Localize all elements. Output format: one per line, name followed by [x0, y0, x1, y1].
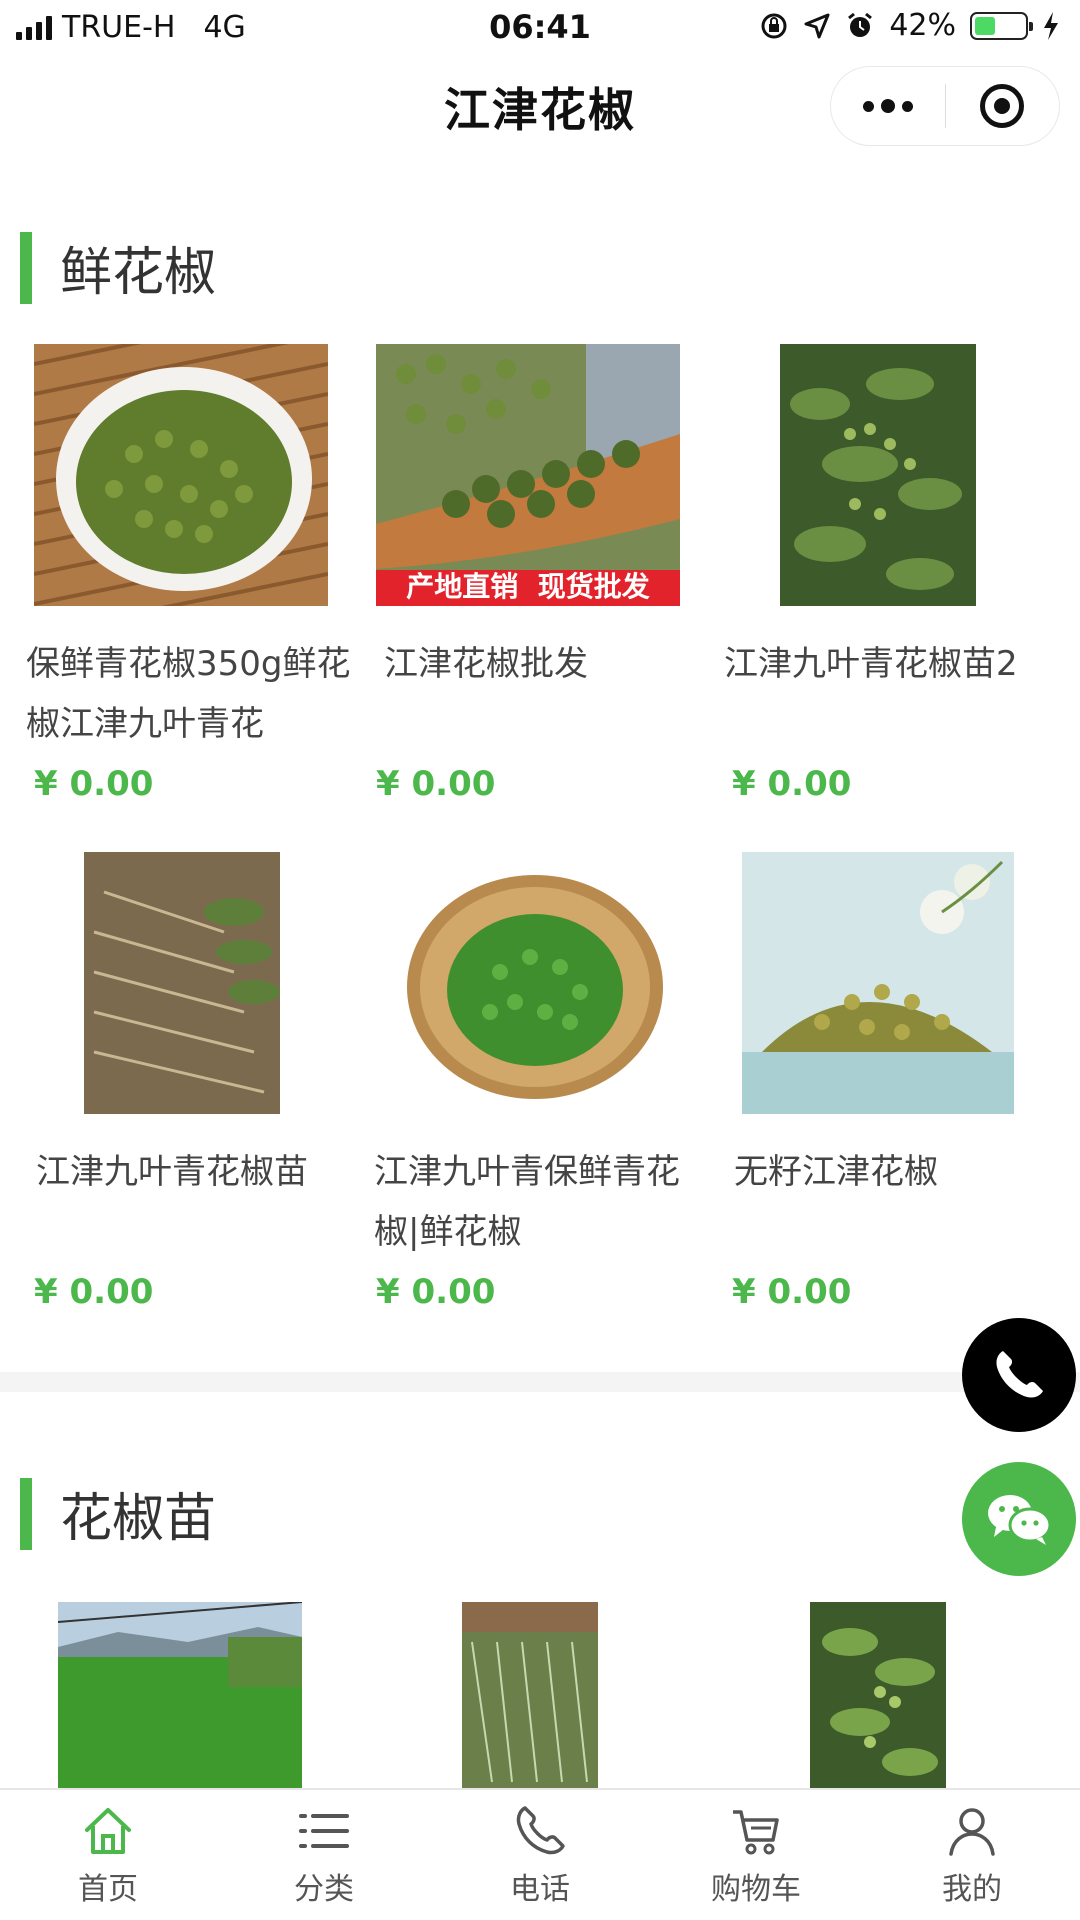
list-icon — [299, 1814, 349, 1848]
user-icon — [949, 1808, 995, 1856]
tab-home[interactable]: 首页 — [0, 1790, 216, 1920]
section-header-fresh-pepper: 鲜花椒 — [0, 228, 1080, 308]
product-name[interactable]: 江津九叶青花椒苗 — [36, 1142, 366, 1202]
more-button[interactable] — [831, 67, 945, 145]
charging-icon — [1044, 11, 1058, 40]
product-image[interactable] — [34, 344, 328, 606]
wechat-icon — [988, 1495, 1052, 1545]
product-image[interactable] — [84, 852, 280, 1114]
section-title: 鲜花椒 — [60, 243, 217, 303]
battery-percent: 42% — [889, 8, 956, 43]
close-button[interactable] — [946, 67, 1060, 145]
battery-icon — [970, 11, 1033, 40]
product-price: ¥ 0.00 — [34, 1272, 154, 1312]
tab-bar: 首页 分类 电话 购物车 我的 — [0, 1788, 1080, 1920]
tab-label: 首页 — [78, 1872, 138, 1907]
section-title: 花椒苗 — [60, 1489, 217, 1549]
section-accent-bar — [20, 232, 32, 304]
product-image[interactable] — [462, 1602, 598, 1788]
product-price: ¥ 0.00 — [732, 764, 852, 804]
product-name[interactable]: 无籽江津花椒 — [734, 1142, 1064, 1202]
tab-phone[interactable]: 电话 — [432, 1790, 648, 1920]
tab-category[interactable]: 分类 — [216, 1790, 432, 1920]
rotation-lock-icon — [761, 13, 787, 38]
product-price: ¥ 0.00 — [376, 764, 496, 804]
product-image[interactable] — [400, 852, 670, 1114]
product-image[interactable] — [742, 852, 1014, 1114]
alarm-icon — [848, 12, 873, 37]
product-name[interactable]: 江津花椒批发 — [384, 634, 714, 694]
product-image[interactable] — [810, 1602, 946, 1788]
product-name[interactable]: 江津九叶青花椒苗2 — [724, 634, 1054, 694]
home-icon — [85, 1808, 131, 1854]
tab-label: 我的 — [942, 1872, 1002, 1907]
product-image[interactable] — [58, 1602, 302, 1788]
tab-mine[interactable]: 我的 — [864, 1790, 1080, 1920]
product-image[interactable] — [780, 344, 976, 606]
status-right: 42% — [759, 8, 1060, 43]
product-name[interactable]: 保鲜青花椒350g鲜花椒江津九叶青花 — [26, 634, 356, 754]
product-price: ¥ 0.00 — [732, 1272, 852, 1312]
phone-icon — [516, 1806, 565, 1855]
section-divider — [0, 1372, 1080, 1392]
image-banner-text: 产地直销 现货批发 — [406, 570, 650, 603]
section-header-seedlings: 花椒苗 — [0, 1474, 1080, 1554]
tab-label: 分类 — [294, 1872, 354, 1907]
product-name[interactable]: 江津九叶青保鲜青花椒|鲜花椒 — [374, 1142, 704, 1262]
tab-label: 电话 — [510, 1872, 570, 1907]
battery-level — [975, 16, 996, 35]
phone-icon — [996, 1351, 1043, 1398]
product-price: ¥ 0.00 — [376, 1272, 496, 1312]
product-price: ¥ 0.00 — [34, 764, 154, 804]
title-bar: 江津花椒 — [0, 56, 1080, 156]
cart-icon — [733, 1810, 779, 1855]
mini-program-capsule — [830, 66, 1060, 146]
call-float-button[interactable] — [962, 1318, 1076, 1432]
section-accent-bar — [20, 1478, 32, 1550]
tab-label: 购物车 — [711, 1872, 801, 1907]
location-icon — [804, 13, 830, 38]
close-target-icon — [980, 84, 1025, 128]
status-bar: TRUE-H 4G 06:41 42% — [0, 0, 1080, 56]
tab-cart[interactable]: 购物车 — [648, 1790, 864, 1920]
wechat-float-button[interactable] — [962, 1462, 1076, 1576]
product-image[interactable]: 产地直销 现货批发 — [376, 344, 680, 606]
